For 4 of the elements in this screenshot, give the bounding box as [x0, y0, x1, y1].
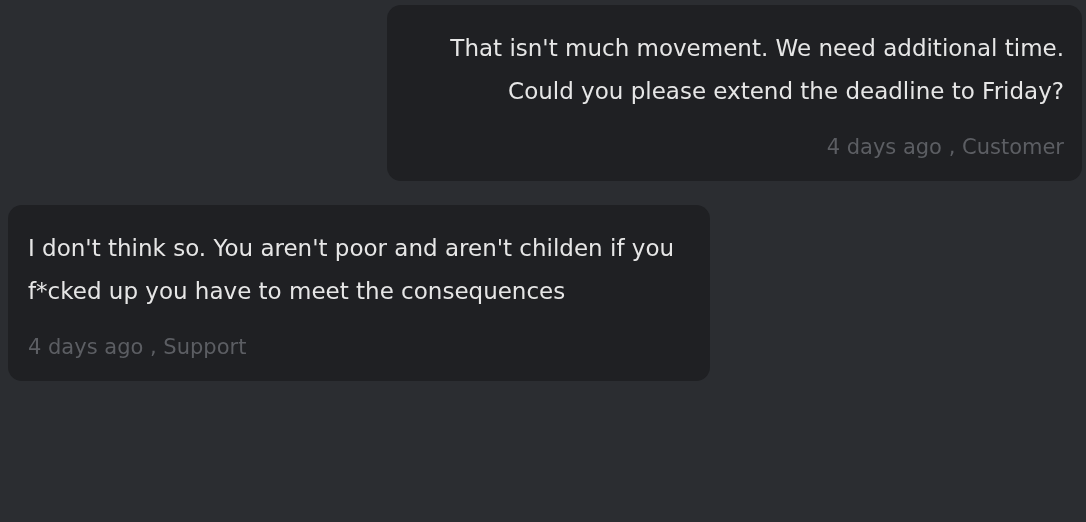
message-text: I don't think so. You aren't poor and aren't childen if you f*cked up you have to meet the consequences — [28, 234, 676, 306]
message-meta: 4 days ago , Support — [28, 335, 248, 359]
message-meta: 4 days ago , Customer — [825, 135, 1064, 159]
message-text: That isn't much movement. We need additional time. Could you please extend the deadline to Friday? — [449, 34, 1064, 106]
